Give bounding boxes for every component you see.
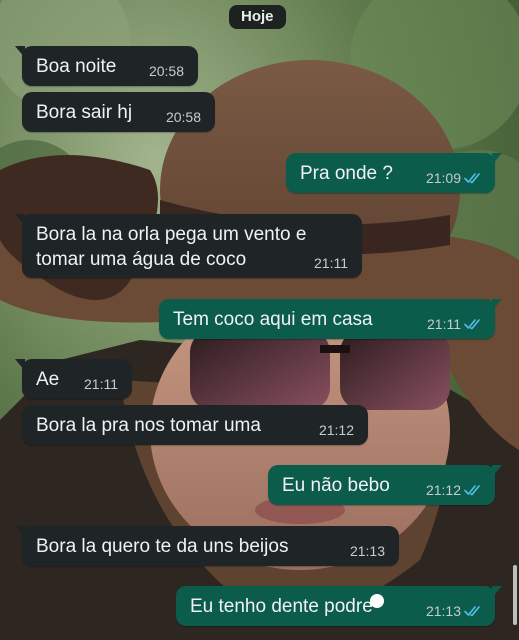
message-text: Bora sair hj xyxy=(36,102,133,123)
message-text: Boa noite xyxy=(36,56,117,77)
message-timestamp: 21:11 xyxy=(84,376,118,392)
date-divider: Hoje xyxy=(229,5,286,29)
bubble-tail xyxy=(15,359,25,371)
bubble-tail xyxy=(492,465,502,477)
message-text: Bora la quero te da uns beijos xyxy=(36,536,289,557)
message-text: Eu tenho dente podre xyxy=(190,596,373,617)
message-text: Eu não bebo xyxy=(282,475,390,496)
message-text: Tem coco aqui em casa xyxy=(173,309,373,330)
message-timestamp: 21:12 xyxy=(425,482,461,498)
message-bubble-incoming[interactable]: Bora la quero te da uns beijos 21:13 xyxy=(15,526,399,566)
message-bubble-incoming[interactable]: Boa noite 20:58 xyxy=(15,46,198,86)
bubble-tail xyxy=(15,526,25,538)
touch-cursor-dot xyxy=(370,594,384,608)
message-text: Pra onde ? xyxy=(300,163,393,184)
message-bubble-incoming[interactable]: Bora la na orla pega um vento e tomar um… xyxy=(15,214,362,278)
message-timestamp: 21:11 xyxy=(427,316,461,332)
message-timestamp: 21:12 xyxy=(318,422,354,438)
message-timestamp: 21:13 xyxy=(425,603,461,619)
message-text-line-2: tomar uma água de coco xyxy=(36,249,247,270)
message-timestamp: 20:58 xyxy=(148,63,184,79)
message-bubble-incoming[interactable]: Bora sair hj 20:58 xyxy=(22,92,215,132)
message-bubble-outgoing[interactable]: Eu não bebo 21:12 xyxy=(268,465,502,505)
message-text-line-1: Bora la na orla pega um vento e xyxy=(36,224,307,245)
message-timestamp: 21:09 xyxy=(425,170,461,186)
message-bubble-incoming[interactable]: Ae 21:11 xyxy=(15,359,132,399)
message-timestamp: 21:13 xyxy=(349,543,385,559)
double-check-icon xyxy=(464,485,480,496)
message-bubble-outgoing[interactable]: Tem coco aqui em casa 21:11 xyxy=(159,299,502,339)
double-check-icon xyxy=(464,606,480,617)
message-bubble-outgoing[interactable]: Pra onde ? 21:09 xyxy=(286,153,502,193)
bubble-tail xyxy=(15,214,25,226)
bubble-tail xyxy=(492,153,502,165)
message-timestamp: 21:11 xyxy=(314,255,348,271)
message-timestamp: 20:58 xyxy=(165,109,201,125)
message-bubble-incoming[interactable]: Bora la pra nos tomar uma 21:12 xyxy=(22,405,368,445)
message-text: Ae xyxy=(36,369,60,390)
message-bubble-outgoing[interactable]: Eu tenho dente podre 21:13 xyxy=(176,586,502,626)
message-text: Bora la pra nos tomar uma xyxy=(36,415,261,436)
double-check-icon xyxy=(464,319,480,330)
bubble-tail xyxy=(492,299,502,311)
bubble-tail xyxy=(15,46,25,58)
double-check-icon xyxy=(464,173,480,184)
scrollbar[interactable] xyxy=(513,565,517,625)
bubble-tail xyxy=(492,586,502,598)
